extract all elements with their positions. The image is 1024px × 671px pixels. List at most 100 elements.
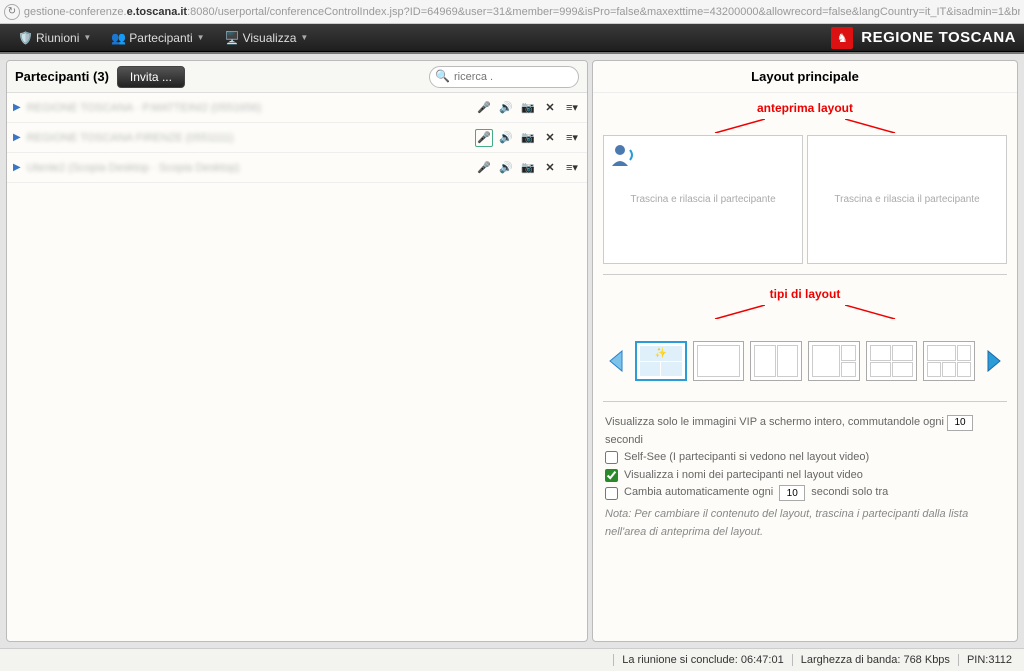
vip-text-b: secondi [605, 434, 643, 446]
participant-row[interactable]: ▶ REGIONE TOSCANA FIRENZE (0551111) 🎤 🔊 … [7, 123, 587, 153]
refresh-icon[interactable]: ↻ [4, 4, 20, 20]
layout-thumb-2x1[interactable] [750, 341, 802, 381]
more-icon[interactable]: ≡▾ [563, 159, 581, 177]
selfsee-option[interactable]: Self-See (I partecipanti si vedono nel l… [605, 449, 1005, 467]
status-bandwidth: Larghezza di banda: 768 Kbps [792, 654, 958, 666]
layout-title: Layout principale [593, 61, 1017, 93]
participants-toolbar: Partecipanti (3) Invita ... 🔍 [7, 61, 587, 93]
names-label: Visualizza i nomi dei partecipanti nel l… [624, 467, 863, 485]
participant-row[interactable]: ▶ REGIONE TOSCANA · P.MATTEINI2 (0551656… [7, 93, 587, 123]
layout-next-button[interactable] [981, 343, 1007, 379]
names-checkbox[interactable] [605, 469, 618, 482]
auto-label-a: Cambia automaticamente ogni [624, 484, 773, 502]
layout-preview-slot[interactable]: Trascina e rilascia il partecipante [603, 135, 803, 264]
display-icon: 🖥️ [225, 31, 239, 45]
main-shell: Partecipanti (3) Invita ... 🔍 ▶ REGIONE … [0, 52, 1024, 648]
brand-logo-icon: ♞ [831, 27, 853, 49]
camera-icon[interactable]: 📷 [519, 99, 537, 117]
mic-icon[interactable]: 🎤 [475, 159, 493, 177]
chevron-down-icon: ▼ [83, 33, 91, 42]
layout-body: anteprima layout Trascina e rilascia il … [593, 93, 1017, 641]
participant-name: REGIONE TOSCANA · P.MATTEINI2 (0551656) [27, 102, 469, 114]
disconnect-icon[interactable]: ✕ [541, 99, 559, 117]
url-text: gestione-conferenze.e.toscana.it:8080/us… [24, 6, 1020, 18]
dropzone-text: Trascina e rilascia il partecipante [834, 194, 979, 205]
annotation-lines [603, 305, 1007, 319]
more-icon[interactable]: ≡▾ [563, 99, 581, 117]
participants-count: Partecipanti (3) [15, 69, 109, 84]
camera-icon[interactable]: 📷 [519, 129, 537, 147]
selfsee-checkbox[interactable] [605, 451, 618, 464]
menu-meetings[interactable]: 🛡️ Riunioni ▼ [8, 31, 101, 45]
url-post: :8080/userportal/conferenceControlIndex.… [187, 6, 1020, 18]
vip-option-row: Visualizza solo le immagini VIP a scherm… [605, 414, 1005, 449]
participants-panel: Partecipanti (3) Invita ... 🔍 ▶ REGIONE … [6, 60, 588, 642]
menu-view[interactable]: 🖥️ Visualizza ▼ [215, 31, 319, 45]
expand-icon[interactable]: ▶ [13, 102, 21, 113]
annotation-preview: anteprima layout [603, 101, 1007, 115]
more-icon[interactable]: ≡▾ [563, 129, 581, 147]
menu-participants-label: Partecipanti [129, 31, 192, 45]
browser-url-bar: ↻ gestione-conferenze.e.toscana.it:8080/… [0, 0, 1024, 24]
mic-active-icon[interactable]: 🎤 [475, 129, 493, 147]
camera-icon[interactable]: 📷 [519, 159, 537, 177]
search-icon: 🔍 [435, 69, 450, 83]
annotation-lines [603, 119, 1007, 133]
chevron-down-icon: ▼ [197, 33, 205, 42]
url-host: e.toscana.it [127, 6, 188, 18]
layout-thumb-auto[interactable]: ✨ [635, 341, 687, 381]
invite-button[interactable]: Invita ... [117, 66, 185, 88]
layout-thumb-5pane[interactable] [923, 341, 975, 381]
people-icon: 👥 [111, 31, 125, 45]
layout-note: Nota: Per cambiare il contenuto del layo… [605, 506, 1005, 541]
layout-type-row: ✨ [603, 341, 1007, 381]
participant-controls: 🎤 🔊 📷 ✕ ≡▾ [475, 99, 581, 117]
participants-list: ▶ REGIONE TOSCANA · P.MATTEINI2 (0551656… [7, 93, 587, 641]
mic-icon[interactable]: 🎤 [475, 99, 493, 117]
brand: ♞ REGIONE TOSCANA [831, 27, 1016, 49]
dropzone-text: Trascina e rilascia il partecipante [630, 194, 775, 205]
layout-preview-slot[interactable]: Trascina e rilascia il partecipante [807, 135, 1007, 264]
annotation-types: tipi di layout [603, 287, 1007, 301]
status-bar: La riunione si conclude: 06:47:01 Larghe… [0, 648, 1024, 671]
participant-name: REGIONE TOSCANA FIRENZE (0551111) [27, 132, 469, 144]
participant-name: Utente2 (Scopia Desktop · Scopia Desktop… [27, 162, 469, 174]
speaker-icon[interactable]: 🔊 [497, 99, 515, 117]
layout-thumb-1big2small[interactable] [808, 341, 860, 381]
expand-icon[interactable]: ▶ [13, 162, 21, 173]
menu-participants[interactable]: 👥 Partecipanti ▼ [101, 31, 214, 45]
participant-controls: 🎤 🔊 📷 ✕ ≡▾ [475, 129, 581, 147]
participant-controls: 🎤 🔊 📷 ✕ ≡▾ [475, 159, 581, 177]
disconnect-icon[interactable]: ✕ [541, 129, 559, 147]
status-end-time: La riunione si conclude: 06:47:01 [613, 654, 791, 666]
layout-thumb-single[interactable] [693, 341, 745, 381]
app-menubar: 🛡️ Riunioni ▼ 👥 Partecipanti ▼ 🖥️ Visual… [0, 24, 1024, 52]
auto-checkbox[interactable] [605, 487, 618, 500]
selfsee-label: Self-See (I partecipanti si vedono nel l… [624, 449, 869, 467]
shield-icon: 🛡️ [18, 31, 32, 45]
search-input[interactable] [429, 66, 579, 88]
layout-preview-row: Trascina e rilascia il partecipante Tras… [603, 135, 1007, 275]
search-wrap: 🔍 [429, 66, 579, 88]
vip-interval-input[interactable] [947, 415, 973, 431]
layout-thumb-2x2[interactable] [866, 341, 918, 381]
brand-text: REGIONE TOSCANA [861, 29, 1016, 46]
auto-option[interactable]: Cambia automaticamente ogni secondi solo… [605, 484, 1005, 502]
url-pre: gestione-conferenze. [24, 6, 127, 18]
menu-view-label: Visualizza [243, 31, 297, 45]
menu-meetings-label: Riunioni [36, 31, 79, 45]
layout-prev-button[interactable] [603, 343, 629, 379]
auto-interval-input[interactable] [779, 485, 805, 501]
speaker-icon[interactable]: 🔊 [497, 159, 515, 177]
speaker-icon[interactable]: 🔊 [497, 129, 515, 147]
speaking-participant-icon [610, 142, 636, 168]
layout-options: Visualizza solo le immagini VIP a scherm… [603, 401, 1007, 545]
vip-text: Visualizza solo le immagini VIP a scherm… [605, 416, 944, 428]
layout-panel: Layout principale anteprima layout Trasc… [592, 60, 1018, 642]
disconnect-icon[interactable]: ✕ [541, 159, 559, 177]
chevron-down-icon: ▼ [300, 33, 308, 42]
auto-label-b: secondi solo tra [811, 484, 888, 502]
participant-row[interactable]: ▶ Utente2 (Scopia Desktop · Scopia Deskt… [7, 153, 587, 183]
expand-icon[interactable]: ▶ [13, 132, 21, 143]
names-option[interactable]: Visualizza i nomi dei partecipanti nel l… [605, 467, 1005, 485]
